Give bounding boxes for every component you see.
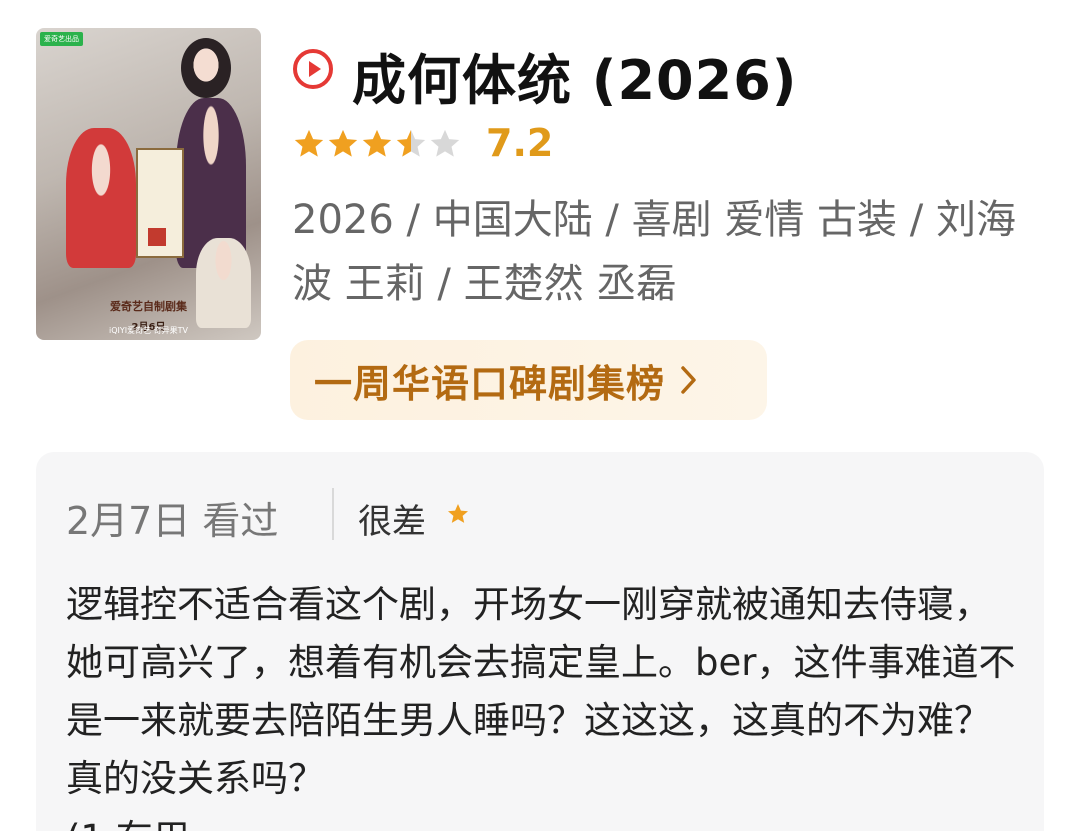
play-circle-icon[interactable] (292, 48, 334, 90)
review-verdict: 很差 (358, 502, 426, 542)
rank-chip[interactable]: 一周华语口碑剧集榜 (290, 340, 767, 420)
rating-score: 7.2 (486, 121, 554, 165)
poster-footer: iQIYI爱奇艺 奇异果TV (108, 326, 189, 335)
poster-figure (66, 128, 136, 268)
review-text: 逻辑控不适合看这个剧，开场女一刚穿就被通知去侍寝，她可高兴了，想着有机会去搞定皇… (66, 583, 1016, 800)
poster-stamp (148, 228, 166, 246)
star-empty-icon (430, 129, 460, 157)
review-card[interactable]: 2月7日 看过 很差 逻辑控不适合看这个剧，开场女一刚穿就被通知去侍寝，她可高兴… (36, 452, 1044, 831)
poster-figure (196, 238, 251, 328)
star-half-icon (396, 129, 426, 157)
star-icon (328, 129, 358, 157)
star-icon (294, 129, 324, 157)
star-icon (448, 504, 468, 523)
rank-label: 一周华语口碑剧集榜 (314, 361, 666, 406)
poster-image[interactable]: 爱奇艺出品 爱奇艺自制剧集 2月6日 iQIYI爱奇艺 奇异果TV (36, 28, 261, 340)
poster-badge: 爱奇艺出品 (40, 32, 83, 46)
page-title: 成何体统 (2026) (352, 49, 798, 112)
poster-figure (181, 38, 231, 98)
rating-stars (292, 124, 462, 164)
chevron-right-icon (681, 366, 696, 394)
review-date-status: 2月7日 看过 (66, 499, 279, 543)
meta-info: 2026 / 中国大陆 / 喜剧 爱情 古装 / 刘海波 王莉 / 王楚然 丞磊 (292, 197, 1016, 307)
divider (332, 488, 334, 540)
review-helpful[interactable]: (1 有用 (66, 808, 190, 831)
poster-caption: 爱奇艺自制剧集 (110, 300, 187, 313)
star-icon (362, 129, 392, 157)
